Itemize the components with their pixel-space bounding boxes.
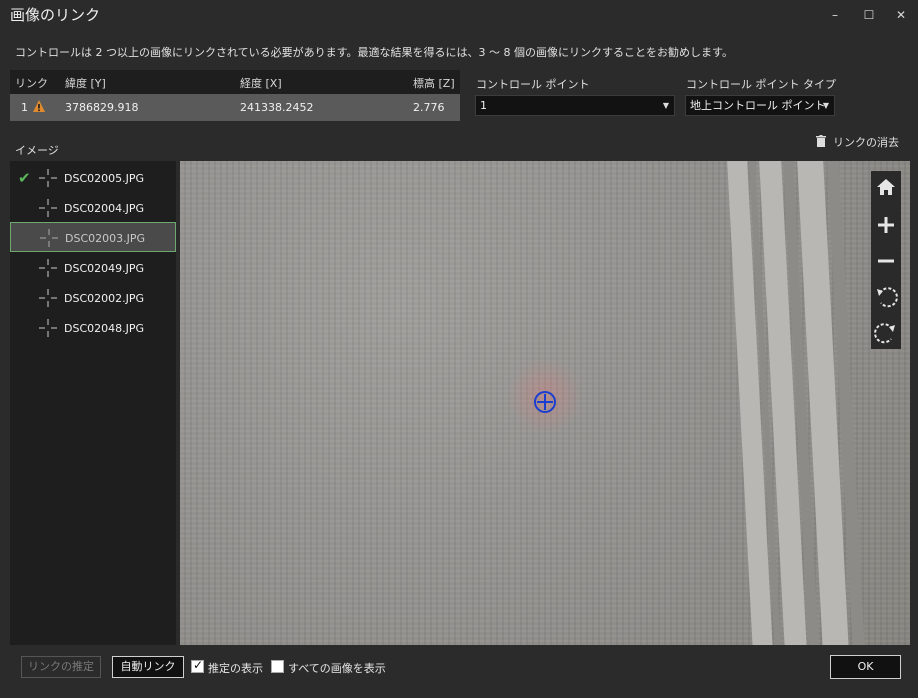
link-number: 1 [21,101,28,114]
control-point-marker-icon[interactable] [533,390,557,414]
control-point-type-label: コントロール ポイント タイプ [686,78,836,91]
crosshair-icon [39,199,57,217]
image-name: DSC02002.JPG [64,292,145,305]
image-name: DSC02049.JPG [64,262,145,275]
instruction-text: コントロールは 2 つ以上の画像にリンクされている必要があります。最適な結果を得… [15,46,733,59]
images-label: イメージ [15,144,59,157]
elevation-value: 2.776 [413,101,445,114]
warning-icon [33,100,45,112]
list-item[interactable]: DSC02049.JPG [10,253,176,283]
chevron-down-icon: ▼ [822,101,829,110]
latitude-value: 3786829.918 [65,101,139,114]
control-point-select[interactable]: 1 ▼ [475,95,675,116]
title-bar: 画像のリンク – ☐ ✕ [0,0,918,32]
rotate-right-icon[interactable] [871,315,901,351]
show-all-images-checkbox[interactable] [271,660,284,673]
list-item[interactable]: DSC02002.JPG [10,283,176,313]
show-estimate-label: 推定の表示 [208,662,263,675]
viewer-toolbar [871,171,901,349]
image-name: DSC02048.JPG [64,322,145,335]
auto-link-button[interactable]: 自動リンク [112,656,184,678]
column-header-link: リンク [15,77,48,90]
image-name: DSC02003.JPG [65,232,146,245]
close-button[interactable]: ✕ [890,5,912,25]
crosshair-icon [39,289,57,307]
control-point-type-value: 地上コントロール ポイント [690,99,826,112]
image-name: DSC02005.JPG [64,172,145,185]
ok-button[interactable]: OK [830,655,901,679]
image-list: ✔ DSC02005.JPG DSC02004.JPG DSC02003.JPG [10,161,176,645]
maximize-button[interactable]: ☐ [858,5,880,25]
zoom-in-icon[interactable] [871,207,901,243]
crosshair-icon [39,319,57,337]
column-header-longitude: 経度 [X] [240,77,282,90]
clear-link-label: リンクの消去 [833,136,899,149]
control-point-type-select[interactable]: 地上コントロール ポイント ▼ [685,95,835,116]
image-viewer[interactable] [180,161,910,645]
list-item[interactable]: DSC02004.JPG [10,193,176,223]
table-row[interactable]: 1 3786829.918 241338.2452 2.776 [10,94,460,121]
zoom-out-icon[interactable] [871,243,901,279]
link-table-header: リンク 緯度 [Y] 経度 [X] 標高 [Z] [10,70,460,94]
crosshair-icon [39,259,57,277]
control-point-label: コントロール ポイント [476,78,590,91]
estimate-link-button[interactable]: リンクの推定 [21,656,101,678]
rotate-left-icon[interactable] [871,279,901,315]
image-name: DSC02004.JPG [64,202,145,215]
list-item[interactable]: DSC02048.JPG [10,313,176,343]
minimize-button[interactable]: – [824,5,846,25]
list-item[interactable]: ✔ DSC02005.JPG [10,163,176,193]
column-header-latitude: 緯度 [Y] [65,77,106,90]
link-table: リンク 緯度 [Y] 経度 [X] 標高 [Z] 1 3786829.918 2… [10,70,460,121]
check-icon: ✔ [18,169,31,187]
clear-link-button[interactable]: リンクの消去 [816,134,899,150]
crosshair-icon [40,229,58,247]
crosshair-icon [39,169,57,187]
show-all-images-label: すべての画像を表示 [288,662,386,675]
longitude-value: 241338.2452 [240,101,314,114]
show-estimate-checkbox[interactable] [191,658,204,673]
column-header-elevation: 標高 [Z] [413,77,455,90]
trash-icon [816,135,826,147]
window-title: 画像のリンク [10,6,101,24]
home-icon[interactable] [871,171,901,207]
list-item-selected[interactable]: DSC02003.JPG [10,222,176,252]
chevron-down-icon: ▼ [662,101,669,110]
control-point-value: 1 [480,99,487,112]
